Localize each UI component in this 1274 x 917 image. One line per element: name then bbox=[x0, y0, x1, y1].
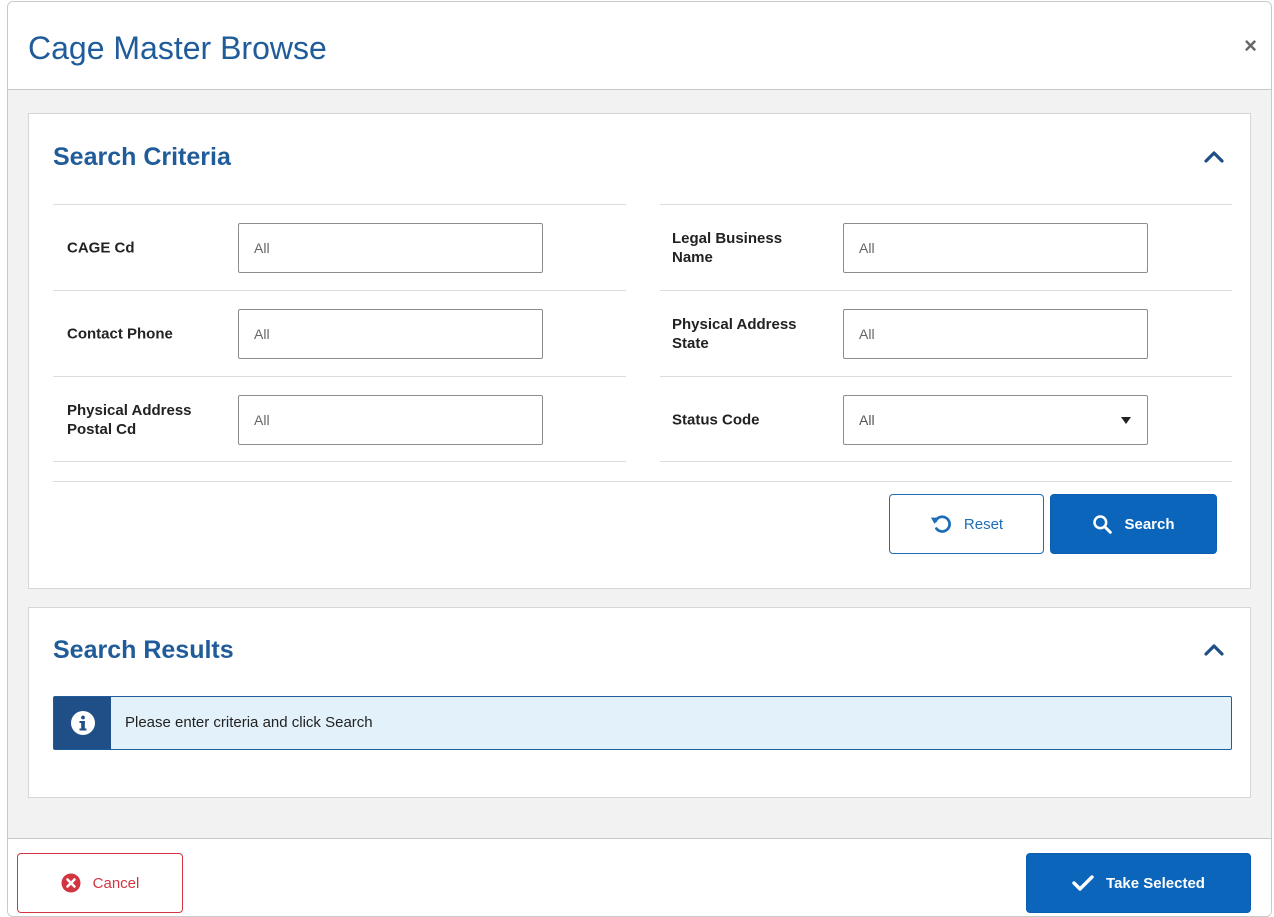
actions-divider bbox=[53, 481, 1232, 482]
checkmark-icon bbox=[1072, 875, 1094, 891]
status-code-selected-value: All bbox=[859, 412, 875, 428]
legal-business-name-label: Legal Business Name bbox=[672, 229, 783, 266]
info-message: Please enter criteria and click Search bbox=[125, 714, 373, 731]
status-code-label: Status Code bbox=[672, 411, 760, 428]
search-criteria-panel: Search Criteria CAGE Cd Contact Phone Ph… bbox=[28, 113, 1251, 589]
modal-header: Cage Master Browse × bbox=[8, 2, 1271, 90]
reset-button[interactable]: Reset bbox=[889, 494, 1044, 554]
cage-cd-label: CAGE Cd bbox=[67, 239, 135, 256]
search-results-title: Search Results bbox=[53, 636, 234, 664]
left-column-divider bbox=[53, 461, 626, 462]
take-selected-button[interactable]: Take Selected bbox=[1026, 853, 1251, 913]
postal-cd-label: Physical Address Postal Cd bbox=[67, 401, 192, 438]
contact-phone-input[interactable] bbox=[238, 309, 543, 359]
modal-title: Cage Master Browse bbox=[28, 30, 327, 66]
right-column-divider bbox=[660, 461, 1232, 462]
caret-down-icon bbox=[1121, 417, 1131, 424]
cancel-button[interactable]: Cancel bbox=[17, 853, 183, 913]
take-selected-label: Take Selected bbox=[1106, 874, 1205, 892]
postal-cd-input[interactable] bbox=[238, 395, 543, 445]
field-row-status-code: Status Code All bbox=[660, 376, 1232, 462]
search-results-panel: Search Results Please enter criteria and… bbox=[28, 607, 1251, 798]
search-icon bbox=[1093, 515, 1113, 534]
status-code-select[interactable]: All bbox=[843, 395, 1148, 445]
cage-cd-input[interactable] bbox=[238, 223, 543, 273]
cage-master-browse-modal: Cage Master Browse × Search Criteria CAG… bbox=[7, 1, 1272, 917]
field-row-contact-phone: Contact Phone bbox=[53, 290, 626, 376]
close-icon[interactable]: × bbox=[1244, 35, 1257, 57]
field-row-physical-address-state: Physical Address State bbox=[660, 290, 1232, 376]
chevron-up-icon[interactable] bbox=[1202, 145, 1226, 169]
physical-address-state-input[interactable] bbox=[843, 309, 1148, 359]
search-button[interactable]: Search bbox=[1050, 494, 1217, 554]
legal-business-name-input[interactable] bbox=[843, 223, 1148, 273]
info-icon-box bbox=[54, 697, 111, 749]
contact-phone-label: Contact Phone bbox=[67, 325, 173, 342]
physical-address-state-label: Physical Address State bbox=[672, 315, 797, 352]
info-alert: Please enter criteria and click Search bbox=[53, 696, 1232, 750]
chevron-up-icon[interactable] bbox=[1202, 638, 1226, 662]
reset-label: Reset bbox=[963, 515, 1004, 533]
field-row-postal-cd: Physical Address Postal Cd bbox=[53, 376, 626, 462]
cancel-label: Cancel bbox=[92, 874, 140, 892]
undo-icon bbox=[930, 515, 951, 533]
cancel-circle-icon bbox=[61, 873, 81, 893]
field-row-cage-cd: CAGE Cd bbox=[53, 204, 626, 290]
search-label: Search bbox=[1124, 515, 1175, 533]
info-icon bbox=[70, 711, 95, 735]
field-row-legal-business-name: Legal Business Name bbox=[660, 204, 1232, 290]
search-criteria-title: Search Criteria bbox=[53, 143, 231, 171]
